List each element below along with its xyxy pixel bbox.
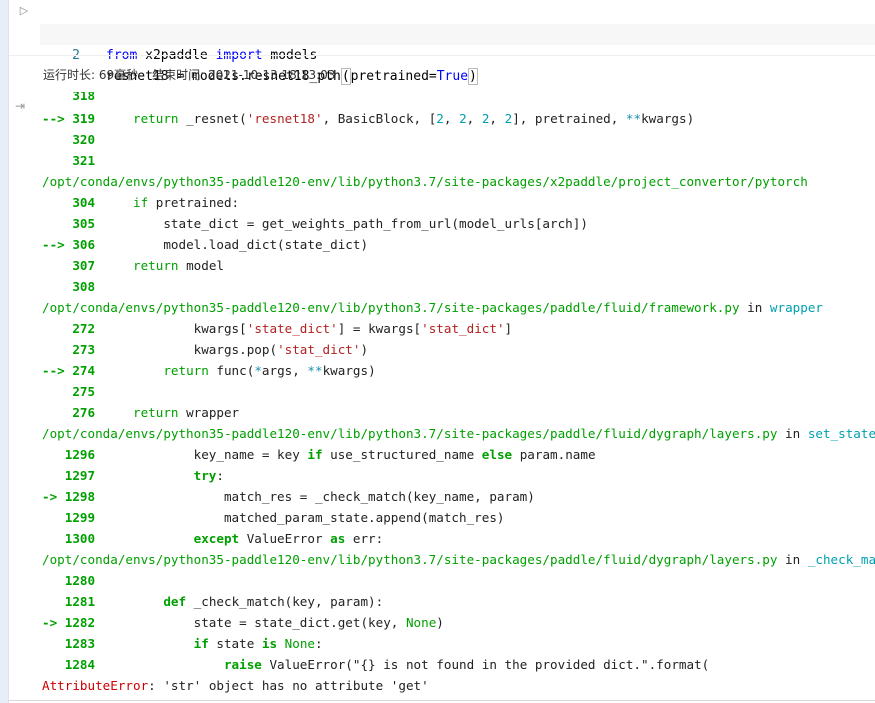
traceback-line: 305 state_dict = get_weights_path_from_u… <box>42 216 588 231</box>
run-cell-icon[interactable]: ▷ <box>18 4 30 18</box>
error-message: AttributeError: 'str' object has no attr… <box>42 675 429 696</box>
traceback-line: 1280 <box>42 573 96 588</box>
traceback-line: 1297 try: <box>42 468 224 483</box>
cell-bottom-border <box>9 700 875 701</box>
traceback-line: -> 1282 state = state_dict.get(key, None… <box>42 615 444 630</box>
traceback-line: 1299 matched_param_state.append(match_re… <box>42 510 505 525</box>
code-line-2[interactable]: 2 resnet18 = models.resnet18_pth(pretrai… <box>40 24 875 85</box>
traceback-line: --> 319 return _resnet('resnet18', Basic… <box>42 111 695 126</box>
run-end-time: 结束时间: 2021-10-13 18:13:03 <box>152 68 336 82</box>
traceback-line: 1281 def _check_match(key, param): <box>42 594 384 609</box>
traceback-line: --> 306 model.load_dict(state_dict) <box>42 237 369 252</box>
output-toggle-icon[interactable]: ⇥ <box>15 99 29 113</box>
traceback-line: 320 <box>42 132 96 147</box>
traceback-line: 318 <box>42 92 96 103</box>
traceback-line: 307 return model <box>42 258 224 273</box>
traceback-file-path: /opt/conda/envs/python35-paddle120-env/l… <box>42 426 875 441</box>
traceback-file-path: /opt/conda/envs/python35-paddle120-env/l… <box>42 300 823 315</box>
code-editor[interactable]: 1 from x2paddle import models 2 resnet18… <box>40 3 875 85</box>
bracket-highlight: ) <box>468 68 478 85</box>
error-text: : 'str' object has no attribute 'get' <box>148 678 429 693</box>
notebook-page: ▷ 1 from x2paddle import models 2 resnet… <box>0 0 875 703</box>
traceback-line: 273 kwargs.pop('stat_dict') <box>42 342 369 357</box>
traceback-line: 1283 if state is None: <box>42 636 323 651</box>
code-text: pretrained= <box>350 69 437 84</box>
traceback-line: 1296 key_name = key if use_structured_na… <box>42 447 596 462</box>
traceback-line: 1284 raise ValueError("{} is not found i… <box>42 657 710 672</box>
run-duration: 运行时长: 69毫秒 <box>43 68 139 82</box>
traceback-line: --> 274 return func(*args, **kwargs) <box>42 363 376 378</box>
traceback-line: -> 1298 match_res = _check_match(key_nam… <box>42 489 535 504</box>
run-info: 运行时长: 69毫秒 结束时间: 2021-10-13 18:13:03 <box>43 66 349 83</box>
builtin-constant: True <box>436 69 469 84</box>
code-line-1[interactable]: 1 from x2paddle import models <box>40 3 875 63</box>
traceback-line: 1300 except ValueError as err: <box>42 531 384 546</box>
traceback-line: 276 return wrapper <box>42 405 240 420</box>
traceback-line: 272 kwargs['state_dict'] = kwargs['stat_… <box>42 321 513 336</box>
cell-gutter <box>0 0 9 703</box>
traceback-line: 321 <box>42 153 96 168</box>
cell-divider <box>9 55 875 56</box>
cell-output[interactable]: 318 --> 319 return _resnet('resnet18', B… <box>42 92 875 697</box>
traceback-line: 304 if pretrained: <box>42 195 240 210</box>
traceback-file-path: /opt/conda/envs/python35-paddle120-env/l… <box>42 174 808 189</box>
traceback-file-path: /opt/conda/envs/python35-paddle120-env/l… <box>42 552 875 567</box>
error-type: AttributeError <box>42 678 149 693</box>
traceback-line: 275 <box>42 384 96 399</box>
traceback-line: 308 <box>42 279 96 294</box>
